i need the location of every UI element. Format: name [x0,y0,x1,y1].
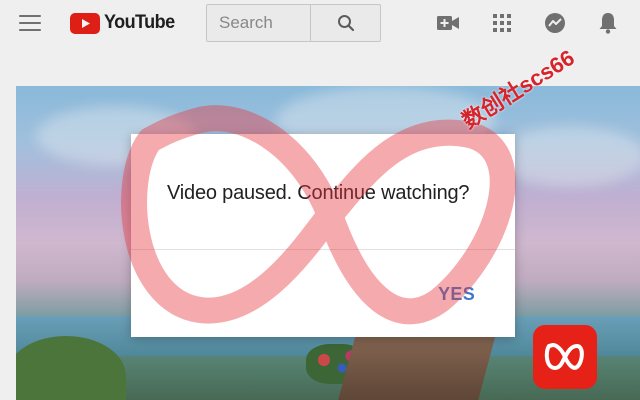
watermark-badge [533,325,597,389]
dialog-message: Video paused. Continue watching? [167,182,470,204]
infinity-logo-icon [544,343,584,370]
pause-dialog: Video paused. Continue watching? YES [131,134,515,337]
dialog-divider [131,249,515,250]
yes-button[interactable]: YES [438,284,475,305]
